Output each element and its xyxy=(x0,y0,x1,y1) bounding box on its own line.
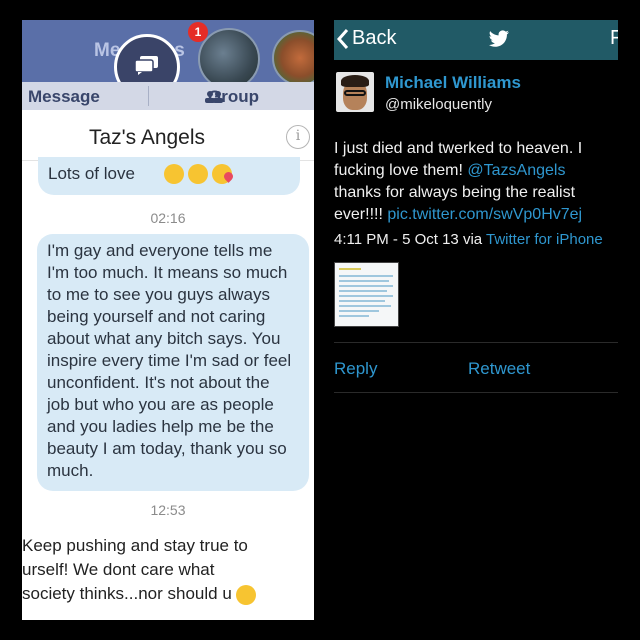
media-thumbnail[interactable] xyxy=(334,262,399,327)
pic-link[interactable]: pic.twitter.com/swVp0Hv7ej xyxy=(387,206,582,223)
tweet-line: thanks for always being the realist xyxy=(334,184,576,201)
new-message-tab[interactable]: Message xyxy=(28,87,100,107)
messenger-screen: Messages 1 Message Group Taz's Angels i … xyxy=(22,20,314,620)
info-icon[interactable]: i xyxy=(286,125,310,149)
reply-button[interactable]: Reply xyxy=(334,359,377,379)
conversation-header: Taz's Angels i xyxy=(22,116,314,161)
avatar-glasses xyxy=(344,90,366,96)
tweet-line: ever!!!! pic.twitter.com/swVp0Hv7ej xyxy=(334,204,618,226)
messenger-top-bar: Messages 1 Message Group xyxy=(22,20,314,110)
divider xyxy=(334,342,618,343)
thumb-line xyxy=(339,295,393,297)
message-text: Lots of love xyxy=(48,164,135,183)
message-thread[interactable]: Lots of love 02:16 I'm gay and everyone … xyxy=(22,157,314,620)
tweet-timestamp: 4:11 PM - 5 Oct 13 via xyxy=(334,231,487,248)
author-name[interactable]: Michael Williams xyxy=(385,73,521,93)
new-group-tab[interactable]: Group xyxy=(208,87,259,107)
chat-head-avatar[interactable] xyxy=(272,30,314,86)
nav-action-partial[interactable]: F xyxy=(610,27,618,50)
twitter-screen: Back F Michael Williams @mikeloquently I… xyxy=(334,20,618,620)
thumb-line xyxy=(339,315,369,317)
thumb-line xyxy=(339,310,379,312)
twitter-nav-bar: Back F xyxy=(334,20,618,60)
twitter-bird-icon xyxy=(488,30,509,47)
incoming-message: I'm gay and everyone tells me I'm too mu… xyxy=(37,234,309,491)
notification-badge: 1 xyxy=(188,22,208,42)
thumb-line xyxy=(339,275,393,277)
tweet-line-text: fucking love them! xyxy=(334,162,468,179)
nav-divider xyxy=(148,86,149,106)
message-timestamp: 12:53 xyxy=(150,502,186,518)
thumb-line xyxy=(339,280,389,282)
tweet-line-text: ever!!!! xyxy=(334,206,388,223)
thumb-line xyxy=(339,285,393,287)
tweet-text: I just died and twerked to heaven. I fuc… xyxy=(334,138,618,226)
incoming-message: Lots of love xyxy=(38,157,300,195)
tweet-line: I just died and twerked to heaven. I xyxy=(334,140,583,157)
retweet-button[interactable]: Retweet xyxy=(468,359,530,379)
chat-head-avatar[interactable] xyxy=(198,28,260,90)
reply-message: Keep pushing and stay true to urself! We… xyxy=(22,534,314,606)
chat-bubbles-icon xyxy=(134,56,158,75)
thumb-line xyxy=(339,305,391,307)
tweet-line: fucking love them! @TazsAngels xyxy=(334,160,618,182)
author-handle[interactable]: @mikeloquently xyxy=(385,96,492,113)
back-button[interactable]: Back xyxy=(352,27,396,50)
kissing-face-icon xyxy=(164,163,184,184)
thumb-line xyxy=(339,268,361,270)
thumb-line xyxy=(339,300,385,302)
message-timestamp: 02:16 xyxy=(150,210,186,226)
mention-link[interactable]: @TazsAngels xyxy=(467,162,565,179)
message-text: Keep pushing and stay true to urself! We… xyxy=(22,536,248,603)
tweet-meta: 4:11 PM - 5 Oct 13 via Twitter for iPhon… xyxy=(334,231,603,248)
via-link[interactable]: Twitter for iPhone xyxy=(486,231,603,248)
messenger-nav: Message Group xyxy=(22,82,314,110)
message-text: I'm gay and everyone tells me I'm too mu… xyxy=(47,241,292,480)
divider xyxy=(334,392,618,393)
thumb-line xyxy=(339,290,387,292)
emoji-group xyxy=(164,162,236,184)
face-blowing-kiss-icon xyxy=(212,163,232,184)
smiling-face-icon xyxy=(235,584,256,605)
profile-avatar[interactable] xyxy=(336,72,374,112)
kissing-face-icon xyxy=(188,163,208,184)
avatar-hair xyxy=(341,75,369,87)
chevron-left-icon[interactable] xyxy=(336,28,350,50)
conversation-title: Taz's Angels xyxy=(88,126,206,149)
